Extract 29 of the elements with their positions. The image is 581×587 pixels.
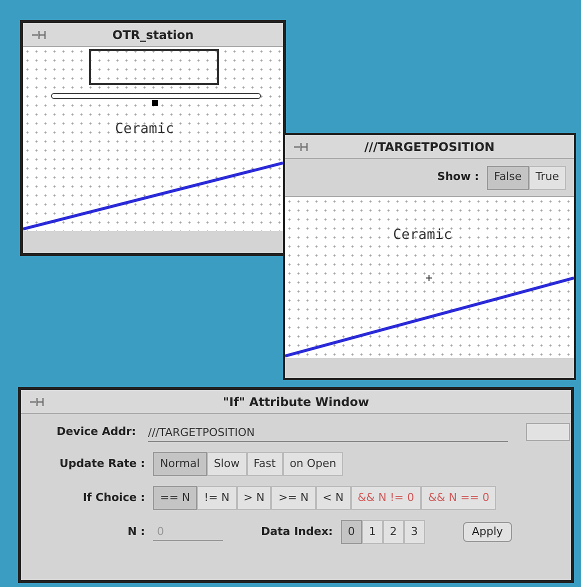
canvas-label: Ceramic (115, 120, 174, 139)
field-label: If Choice : (82, 490, 145, 506)
option-button[interactable]: Slow (206, 452, 247, 476)
field-label: N : (126, 524, 145, 540)
canvas-label: Ceramic (393, 226, 452, 245)
option-button[interactable]: False (487, 166, 529, 190)
option-button[interactable]: > N (236, 486, 272, 510)
field-label: Data Index: (261, 524, 333, 540)
address-field[interactable]: ///TARGETPOSITION (148, 422, 508, 442)
window-title: OTR_station (112, 26, 194, 44)
option-button[interactable]: True (528, 166, 566, 190)
option-button[interactable]: 0 (340, 520, 362, 544)
option-button[interactable]: < N (316, 486, 351, 510)
field-label: Device Addr: (56, 424, 137, 440)
apply-button[interactable]: Apply (462, 522, 512, 542)
option-button[interactable]: 3 (404, 520, 425, 544)
option-button[interactable]: on Open (282, 452, 344, 476)
option-button[interactable]: >= N (271, 486, 316, 510)
show-label: Show : (437, 169, 479, 186)
option-button[interactable]: Normal (153, 452, 207, 476)
window-title: ///TARGETPOSITION (364, 138, 495, 156)
window-title: "If" Attribute Window (222, 394, 370, 410)
option-button[interactable]: == N (153, 486, 198, 510)
option-button[interactable]: 1 (362, 520, 383, 544)
field-label: Update Rate : (58, 456, 145, 472)
option-button[interactable]: 2 (382, 520, 404, 544)
option-button[interactable]: != N (197, 486, 237, 510)
crosshair-icon (426, 275, 432, 281)
option-button[interactable]: Fast (246, 452, 283, 476)
